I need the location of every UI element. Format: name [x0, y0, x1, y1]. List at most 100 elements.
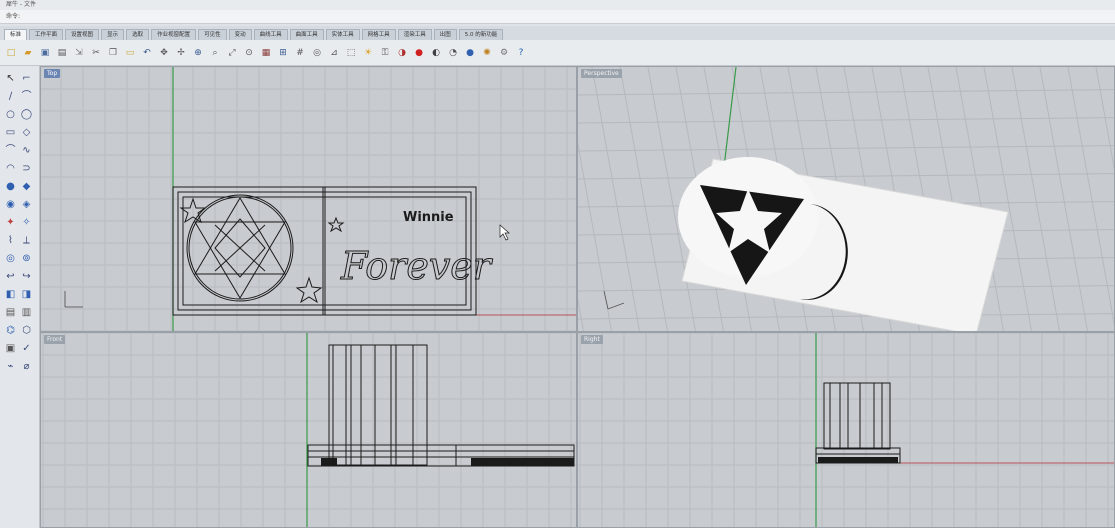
palette-tool-10-icon[interactable]: ◠ [4, 162, 17, 175]
palette-tool-25-icon[interactable]: ◨ [20, 288, 33, 301]
tab-12[interactable]: 渲染工具 [397, 29, 432, 40]
select-icon[interactable]: ⬚ [344, 46, 358, 60]
cut-icon[interactable]: ✂ [89, 46, 103, 60]
viewport-top-canvas[interactable]: Winnie Forever [41, 67, 577, 332]
palette-tool-22-icon[interactable]: ↩ [4, 270, 17, 283]
viewport-front[interactable]: Front [40, 332, 577, 528]
tab-3[interactable]: 显示 [101, 29, 125, 40]
palette-tool-33-icon[interactable]: ⌀ [20, 360, 33, 373]
viewport-front-canvas[interactable] [41, 333, 577, 528]
palette-tool-6-icon[interactable]: ▭ [4, 126, 17, 139]
zoom-extents-icon[interactable]: ⤢ [225, 46, 239, 60]
palette-tool-1-icon[interactable]: ⌐ [20, 72, 33, 85]
tab-14[interactable]: 5.0 的新功能 [458, 29, 504, 40]
window-title: 犀牛 - 文件 [6, 1, 36, 8]
cplane-icon[interactable]: ⊿ [327, 46, 341, 60]
tab-13[interactable]: 出图 [433, 29, 457, 40]
tab-11[interactable]: 网格工具 [361, 29, 396, 40]
palette-tool-27-icon[interactable]: ▥ [20, 306, 33, 319]
viewport-right[interactable]: Right [577, 332, 1115, 528]
light-icon[interactable]: ☀ [361, 46, 375, 60]
palette-tool-24-icon[interactable]: ◧ [4, 288, 17, 301]
palette-tool-19-icon[interactable]: ⟂ [20, 234, 33, 247]
material-icon[interactable]: ◑ [395, 46, 409, 60]
four-view-icon[interactable]: ⊞ [276, 46, 290, 60]
layout-icon[interactable]: ▦ [259, 46, 273, 60]
palette-tool-18-icon[interactable]: ⌇ [4, 234, 17, 247]
rotate-icon[interactable]: ✢ [174, 46, 188, 60]
save-icon[interactable]: ▣ [38, 46, 52, 60]
tab-9[interactable]: 曲面工具 [289, 29, 324, 40]
copy-icon[interactable]: ❐ [106, 46, 120, 60]
command-prompt: 命令: [6, 13, 21, 20]
right-base-detail [818, 457, 898, 463]
help-icon[interactable]: ? [514, 46, 528, 60]
tab-1[interactable]: 工作平面 [29, 29, 64, 40]
palette-tool-28-icon[interactable]: ⌬ [4, 324, 17, 337]
palette-tool-0-icon[interactable]: ↖ [4, 72, 17, 85]
grid-icon[interactable]: # [293, 46, 307, 60]
command-line[interactable]: 命令: [0, 10, 1115, 24]
osnap-icon[interactable]: ◎ [310, 46, 324, 60]
tab-6[interactable]: 可见性 [198, 29, 227, 40]
palette-tool-20-icon[interactable]: ◎ [4, 252, 17, 265]
zoom-selected-icon[interactable]: ⊙ [242, 46, 256, 60]
palette-tool-11-icon[interactable]: ⊃ [20, 162, 33, 175]
tab-5[interactable]: 作业视窗配置 [151, 29, 197, 40]
rhino-window: 犀牛 - 文件 命令: 标准 工作平面 设置视图 显示 选取 作业视窗配置 可见性 变动 曲线工… [0, 0, 1115, 528]
render-icon[interactable]: ● [412, 46, 426, 60]
palette-tool-32-icon[interactable]: ⌁ [4, 360, 17, 373]
palette-tool-29-icon[interactable]: ⬡ [20, 324, 33, 337]
palette-tool-3-icon[interactable]: ⌒ [20, 90, 33, 103]
palette-tool-5-icon[interactable]: ◯ [20, 108, 33, 121]
paste-icon[interactable]: ▭ [123, 46, 137, 60]
palette-tool-8-icon[interactable]: ⌒ [4, 144, 17, 157]
lock-icon[interactable]: ⚿ [378, 46, 392, 60]
import-icon[interactable]: ⇲ [72, 46, 86, 60]
forever-script-text[interactable]: Forever [340, 244, 495, 289]
viewport-right-canvas[interactable] [578, 333, 1115, 528]
settings-icon[interactable]: ⚙ [497, 46, 511, 60]
palette-tool-30-icon[interactable]: ▣ [4, 342, 17, 355]
tab-8[interactable]: 曲线工具 [253, 29, 288, 40]
tab-2[interactable]: 设置视图 [65, 29, 100, 40]
shade-icon[interactable]: ◐ [429, 46, 443, 60]
palette-tool-17-icon[interactable]: ✧ [20, 216, 33, 229]
tab-10[interactable]: 实体工具 [325, 29, 360, 40]
pan-icon[interactable]: ✥ [157, 46, 171, 60]
tab-0[interactable]: 标准 [4, 29, 28, 40]
viewport-perspective-label[interactable]: Perspective [581, 69, 622, 78]
undo-icon[interactable]: ↶ [140, 46, 154, 60]
print-icon[interactable]: ▤ [55, 46, 69, 60]
ghost-icon[interactable]: ◔ [446, 46, 460, 60]
palette-tool-16-icon[interactable]: ✦ [4, 216, 17, 229]
open-icon[interactable]: ▰ [21, 46, 35, 60]
tab-7[interactable]: 变动 [228, 29, 252, 40]
viewport-perspective[interactable]: Perspective [577, 66, 1115, 332]
viewport-top-label[interactable]: Top [44, 69, 61, 78]
new-icon[interactable]: □ [4, 46, 18, 60]
viewport-top[interactable]: Top Winnie Forever [40, 66, 577, 332]
palette-tool-31-icon[interactable]: ✓ [20, 342, 33, 355]
sphere-icon[interactable]: ● [463, 46, 477, 60]
tab-4[interactable]: 选取 [126, 29, 150, 40]
palette-tool-13-icon[interactable]: ◆ [20, 180, 33, 193]
palette-tool-9-icon[interactable]: ∿ [20, 144, 33, 157]
palette-tool-23-icon[interactable]: ↪ [20, 270, 33, 283]
winnie-text[interactable]: Winnie [403, 210, 454, 225]
viewport-perspective-canvas[interactable] [578, 67, 1115, 332]
viewport-front-label[interactable]: Front [44, 335, 66, 344]
texture-icon[interactable]: ✺ [480, 46, 494, 60]
zoom-icon[interactable]: ⊕ [191, 46, 205, 60]
palette-tool-26-icon[interactable]: ▤ [4, 306, 17, 319]
toolbar-tabs: 标准 工作平面 设置视图 显示 选取 作业视窗配置 可见性 变动 曲线工具 曲面工具 实体工具 网格工… [0, 26, 1115, 40]
palette-tool-21-icon[interactable]: ⊚ [20, 252, 33, 265]
viewport-right-label[interactable]: Right [581, 335, 603, 344]
palette-tool-2-icon[interactable]: ∕ [4, 90, 17, 103]
palette-tool-15-icon[interactable]: ◈ [20, 198, 33, 211]
zoom-window-icon[interactable]: ⌕ [208, 46, 222, 60]
palette-tool-14-icon[interactable]: ◉ [4, 198, 17, 211]
palette-tool-7-icon[interactable]: ◇ [20, 126, 33, 139]
palette-tool-12-icon[interactable]: ● [4, 180, 17, 193]
palette-tool-4-icon[interactable]: ○ [4, 108, 17, 121]
